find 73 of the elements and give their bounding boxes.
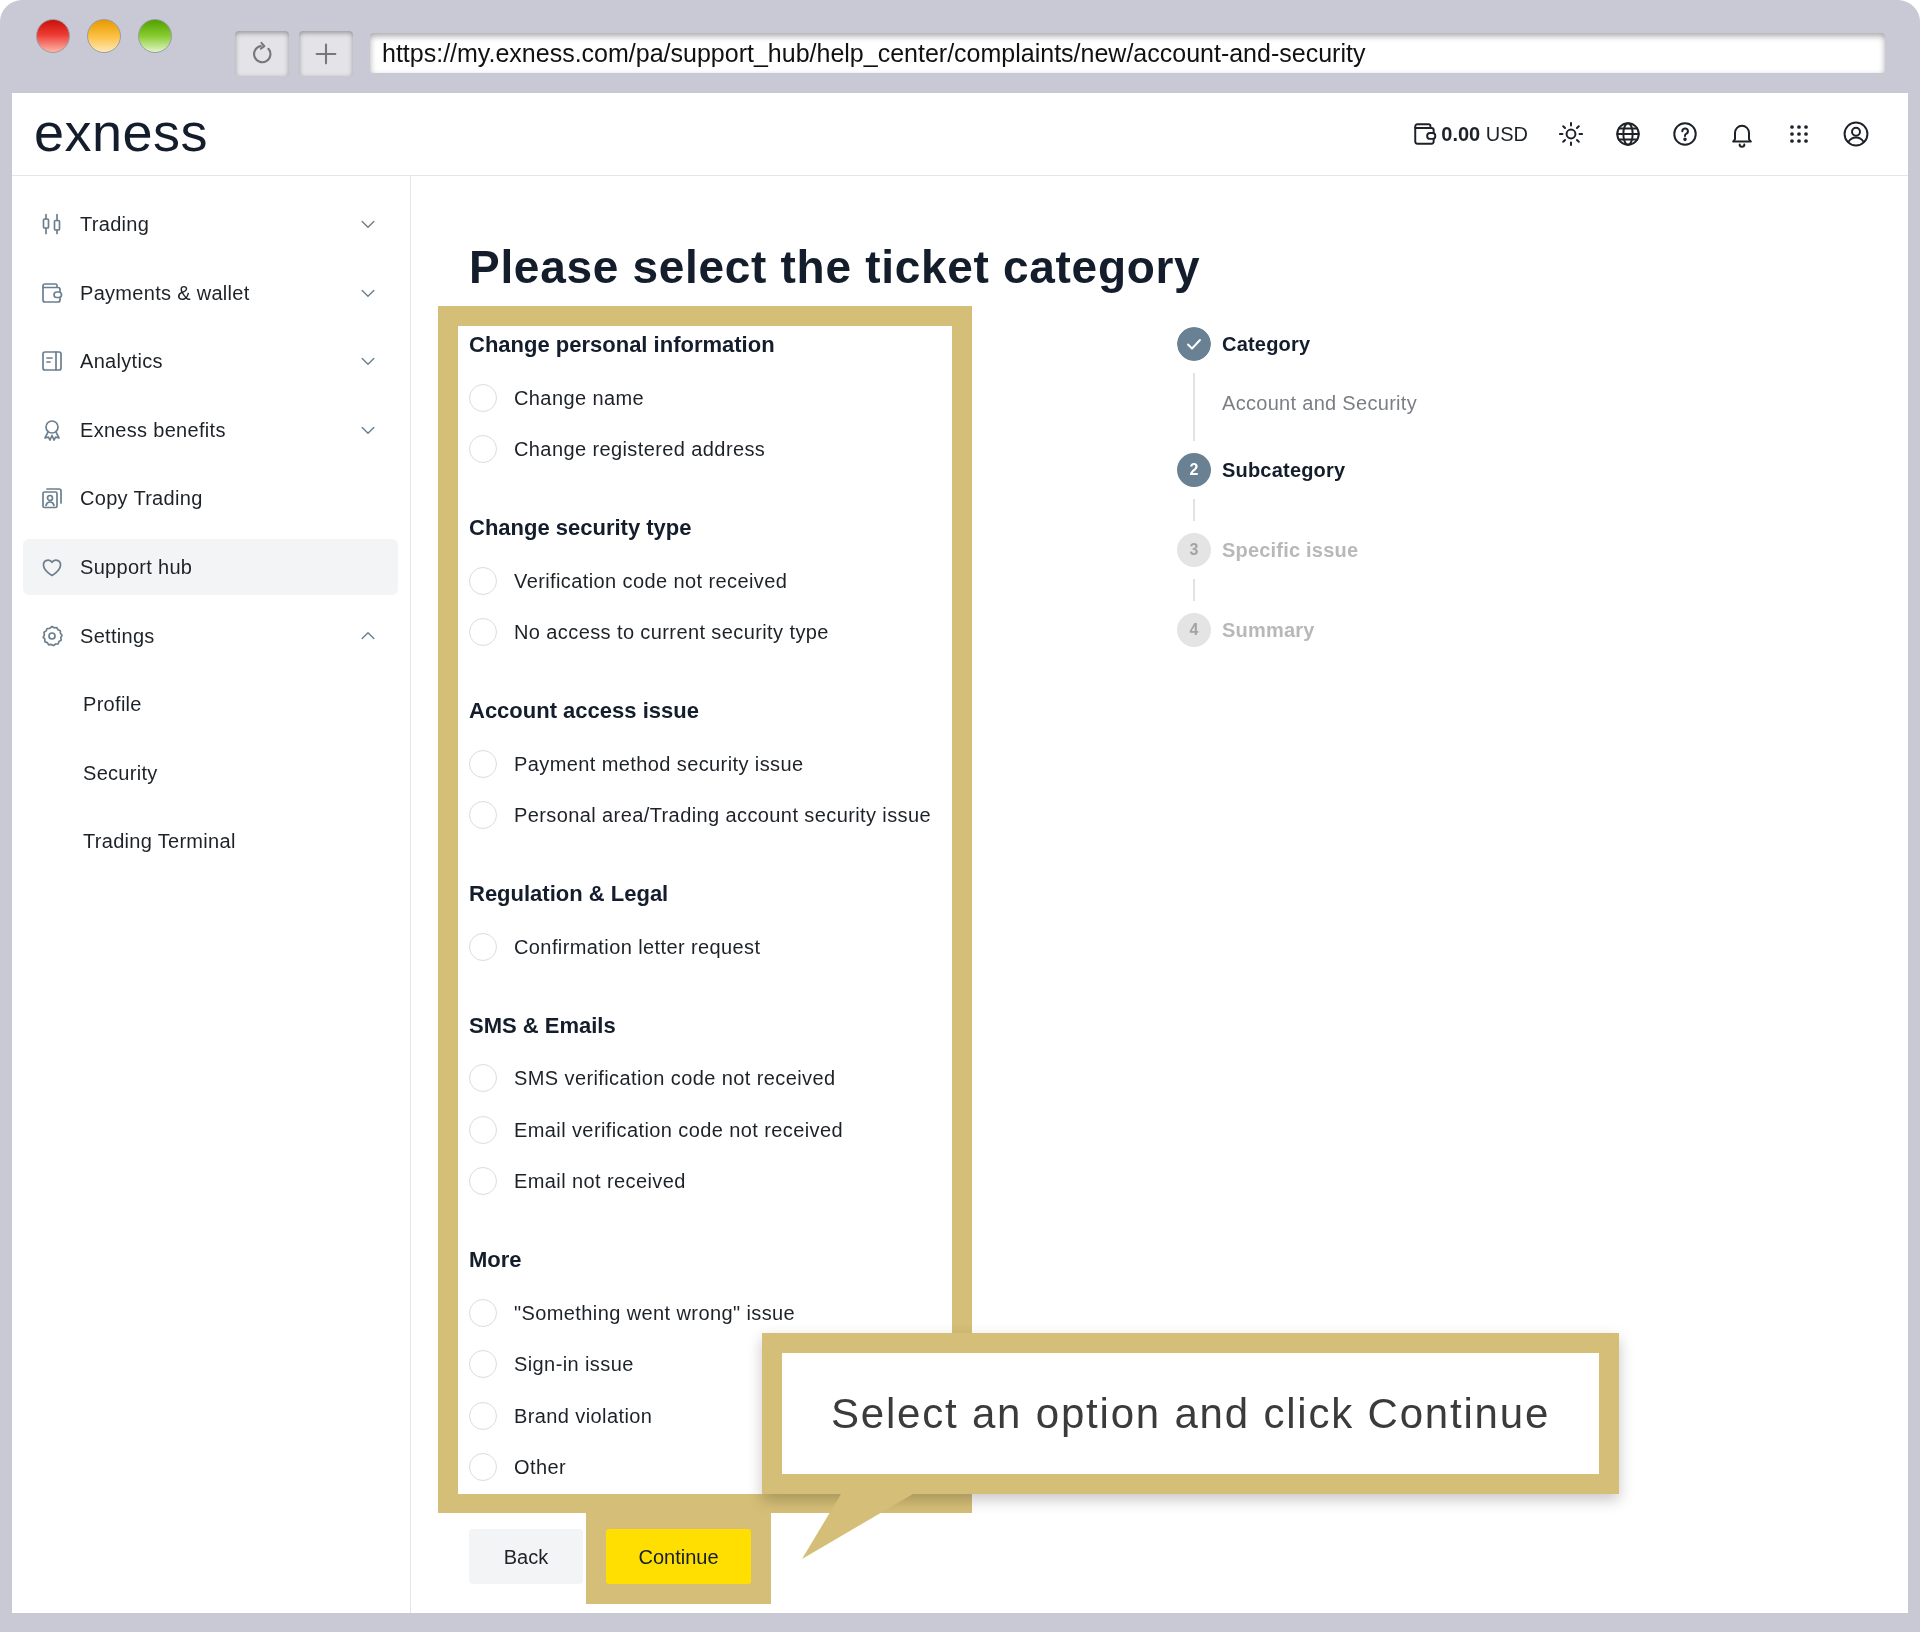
option-label[interactable]: "Something went wrong" issue — [514, 1300, 796, 1325]
globe-icon[interactable] — [1614, 120, 1642, 148]
window-maximize-icon[interactable] — [138, 19, 172, 53]
sidebar-item[interactable]: Support hub — [23, 538, 398, 595]
option-label[interactable]: Change registered address — [514, 437, 766, 462]
radio-button[interactable] — [469, 801, 497, 830]
sidebar-item[interactable]: Settings — [23, 607, 398, 664]
option-label[interactable]: Sign-in issue — [514, 1352, 634, 1377]
section-heading: Account access issue — [469, 697, 700, 725]
radio-button[interactable] — [469, 1298, 497, 1327]
radio-button[interactable] — [469, 1064, 497, 1093]
reload-button[interactable] — [235, 31, 289, 76]
window-minimize-icon[interactable] — [87, 19, 121, 53]
step-number: 4 — [1177, 613, 1211, 647]
sidebar-subitem[interactable]: Trading Terminal — [23, 813, 398, 870]
section-heading: Regulation & Legal — [469, 880, 670, 908]
continue-button[interactable]: Continue — [606, 1529, 751, 1584]
radio-button[interactable] — [469, 749, 497, 778]
section-heading: SMS & Emails — [469, 1011, 617, 1040]
wallet-icon — [40, 280, 64, 305]
page-title: Please select the ticket category — [469, 241, 1202, 293]
radio-button[interactable] — [469, 435, 497, 464]
sidebar-subitem[interactable]: Profile — [23, 676, 398, 733]
radio-button[interactable] — [469, 383, 497, 412]
sidebar-item[interactable]: Exness benefits — [23, 401, 398, 458]
section-heading: Change personal information — [469, 331, 776, 359]
option-label[interactable]: Personal area/Trading account security issue — [514, 803, 932, 828]
callout-text: Select an option and click Continue — [830, 1388, 1551, 1439]
report-icon — [40, 349, 64, 374]
radio-button[interactable] — [469, 618, 497, 647]
section-heading: More — [469, 1246, 523, 1274]
radio-button[interactable] — [469, 1167, 497, 1196]
user-icon[interactable] — [1842, 120, 1870, 148]
option-label[interactable]: SMS verification code not received — [514, 1066, 836, 1091]
sidebar-subitem[interactable]: Security — [23, 744, 398, 801]
balance-button[interactable]: 0.00 USD — [1412, 121, 1528, 147]
sun-icon[interactable] — [1557, 120, 1585, 148]
step-label: Specific issue — [1222, 538, 1359, 563]
option-label[interactable]: Confirmation letter request — [514, 934, 761, 959]
sidebar-item[interactable]: Analytics — [23, 333, 398, 390]
address-field[interactable]: https://my.exness.com/pa/support_hub/help_center/complaints/new/account-and-security — [370, 33, 1885, 73]
radio-button[interactable] — [469, 932, 497, 961]
sidebar-item[interactable]: Trading — [23, 196, 398, 252]
option-label[interactable]: Email verification code not received — [514, 1117, 843, 1142]
option-label[interactable]: Other — [514, 1455, 567, 1480]
radio-button[interactable] — [469, 566, 497, 595]
radio-button[interactable] — [469, 1401, 497, 1430]
radio-button[interactable] — [469, 1453, 497, 1482]
settings-icon — [40, 623, 64, 648]
step-label: Subcategory — [1222, 458, 1346, 483]
step-label: Summary — [1222, 618, 1315, 643]
help-icon[interactable] — [1671, 120, 1699, 148]
step-label: Category — [1222, 332, 1311, 357]
radio-button[interactable] — [469, 1350, 497, 1379]
radio-button[interactable] — [469, 1115, 497, 1144]
option-label[interactable]: Payment method security issue — [514, 751, 804, 776]
step-number: 3 — [1177, 533, 1211, 567]
section-heading: Change security type — [469, 514, 693, 542]
option-label[interactable]: Email not received — [514, 1169, 686, 1194]
new-tab-button[interactable] — [299, 31, 353, 76]
back-button[interactable]: Back — [469, 1529, 583, 1584]
option-label[interactable]: Verification code not received — [514, 568, 788, 593]
option-label[interactable]: No access to current security type — [514, 620, 829, 645]
option-label[interactable]: Change name — [514, 385, 645, 410]
option-label[interactable]: Brand violation — [514, 1403, 653, 1428]
brand-logo[interactable]: exness — [34, 105, 209, 159]
wallet-icon — [1412, 121, 1439, 147]
profile-card-icon — [40, 486, 64, 511]
step-detail: Account and Security — [1222, 391, 1417, 416]
step-number: 2 — [1177, 453, 1211, 487]
window-close-icon[interactable] — [36, 19, 70, 53]
sidebar-item[interactable]: Copy Trading — [23, 470, 398, 527]
sidebar-item[interactable]: Payments & wallet — [23, 264, 398, 321]
